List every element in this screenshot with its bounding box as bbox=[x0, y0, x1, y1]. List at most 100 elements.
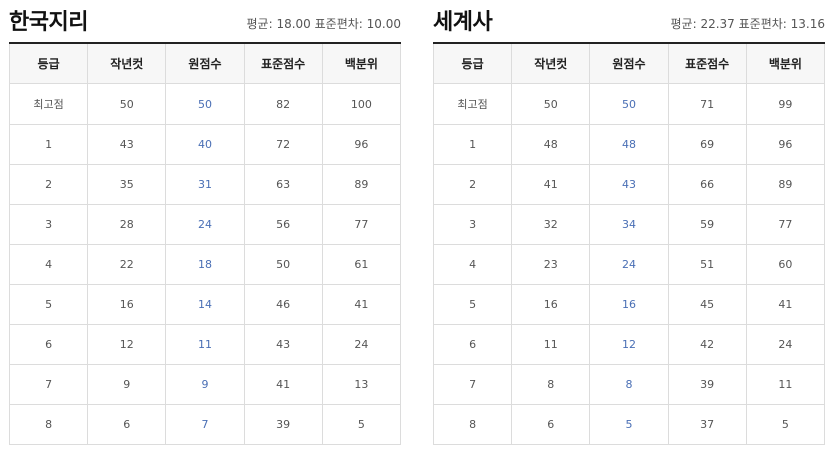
raw-score-cell: 7 bbox=[165, 404, 245, 445]
raw-score-cell: 24 bbox=[165, 204, 245, 245]
percentile-cell: 5 bbox=[745, 404, 826, 445]
grade-cell: 6 bbox=[8, 324, 89, 365]
percentile-cell: 41 bbox=[321, 284, 402, 325]
last-year-cut-cell: 32 bbox=[511, 204, 591, 245]
raw-score-cell: 50 bbox=[589, 83, 669, 125]
table-row: 5 16 16 45 41 bbox=[432, 284, 826, 325]
subject-stats: 평균: 22.37 표준편차: 13.16 bbox=[670, 17, 825, 31]
last-year-cut-cell: 23 bbox=[511, 244, 591, 285]
col-header-grade: 등급 bbox=[8, 44, 89, 84]
standard-score-cell: 45 bbox=[667, 284, 747, 325]
raw-score-cell: 50 bbox=[165, 83, 245, 125]
grade-cell: 5 bbox=[432, 284, 513, 325]
raw-score-cell: 48 bbox=[589, 124, 669, 165]
grade-cell: 5 bbox=[8, 284, 89, 325]
col-header-grade: 등급 bbox=[432, 44, 513, 84]
subject-stats: 평균: 18.00 표준편차: 10.00 bbox=[246, 17, 401, 31]
percentile-cell: 61 bbox=[321, 244, 402, 285]
grade-cell: 6 bbox=[432, 324, 513, 365]
standard-score-cell: 46 bbox=[243, 284, 323, 325]
standard-score-cell: 50 bbox=[243, 244, 323, 285]
last-year-cut-cell: 35 bbox=[87, 164, 167, 205]
grade-cell: 3 bbox=[432, 204, 513, 245]
last-year-cut-cell: 9 bbox=[87, 364, 167, 405]
grade-cell: 4 bbox=[432, 244, 513, 285]
percentile-cell: 41 bbox=[745, 284, 826, 325]
percentile-cell: 96 bbox=[745, 124, 826, 165]
last-year-cut-cell: 8 bbox=[511, 364, 591, 405]
percentile-cell: 100 bbox=[321, 83, 402, 125]
last-year-cut-cell: 41 bbox=[511, 164, 591, 205]
raw-score-cell: 34 bbox=[589, 204, 669, 245]
last-year-cut-cell: 12 bbox=[87, 324, 167, 365]
raw-score-cell: 14 bbox=[165, 284, 245, 325]
raw-score-cell: 16 bbox=[589, 284, 669, 325]
grade-cut-table: 등급 작년컷 원점수 표준점수 백분위 최고점 50 50 82 100 1 43 40 72 9… bbox=[8, 44, 402, 445]
raw-score-cell: 43 bbox=[589, 164, 669, 205]
col-header-last-year-cut: 작년컷 bbox=[511, 44, 591, 84]
table-row: 4 23 24 51 60 bbox=[432, 244, 826, 285]
table-row: 7 8 8 39 11 bbox=[432, 364, 826, 405]
grade-cell: 7 bbox=[8, 364, 89, 405]
table-body: 최고점 50 50 71 99 1 48 48 69 96 2 41 43 66 89 3 32 34 59 77 4 2… bbox=[432, 83, 826, 445]
table-row: 8 6 5 37 5 bbox=[432, 404, 826, 445]
grade-cell: 8 bbox=[432, 404, 513, 445]
standard-score-cell: 51 bbox=[667, 244, 747, 285]
table-row: 1 43 40 72 96 bbox=[8, 124, 402, 165]
standard-score-cell: 37 bbox=[667, 404, 747, 445]
table-row: 6 11 12 42 24 bbox=[432, 324, 826, 365]
raw-score-cell: 40 bbox=[165, 124, 245, 165]
percentile-cell: 24 bbox=[745, 324, 826, 365]
standard-score-cell: 69 bbox=[667, 124, 747, 165]
last-year-cut-cell: 6 bbox=[87, 404, 167, 445]
table-header-row: 등급 작년컷 원점수 표준점수 백분위 bbox=[8, 44, 402, 84]
last-year-cut-cell: 50 bbox=[511, 83, 591, 125]
grade-cut-table: 등급 작년컷 원점수 표준점수 백분위 최고점 50 50 71 99 1 48 48 69 96… bbox=[432, 44, 826, 445]
subject-title: 한국지리 bbox=[9, 10, 88, 35]
raw-score-cell: 12 bbox=[589, 324, 669, 365]
col-header-standard-score: 표준점수 bbox=[667, 44, 747, 84]
last-year-cut-cell: 50 bbox=[87, 83, 167, 125]
raw-score-cell: 8 bbox=[589, 364, 669, 405]
percentile-cell: 60 bbox=[745, 244, 826, 285]
standard-score-cell: 63 bbox=[243, 164, 323, 205]
last-year-cut-cell: 6 bbox=[511, 404, 591, 445]
raw-score-cell: 18 bbox=[165, 244, 245, 285]
table-row: 2 35 31 63 89 bbox=[8, 164, 402, 205]
standard-score-cell: 41 bbox=[243, 364, 323, 405]
table-row: 1 48 48 69 96 bbox=[432, 124, 826, 165]
last-year-cut-cell: 28 bbox=[87, 204, 167, 245]
percentile-cell: 89 bbox=[321, 164, 402, 205]
percentile-cell: 77 bbox=[321, 204, 402, 245]
last-year-cut-cell: 43 bbox=[87, 124, 167, 165]
table-body: 최고점 50 50 82 100 1 43 40 72 96 2 35 31 63 89 3 28 24 56 77 4… bbox=[8, 83, 402, 445]
standard-score-cell: 66 bbox=[667, 164, 747, 205]
percentile-cell: 89 bbox=[745, 164, 826, 205]
grade-cell: 8 bbox=[8, 404, 89, 445]
last-year-cut-cell: 16 bbox=[511, 284, 591, 325]
col-header-standard-score: 표준점수 bbox=[243, 44, 323, 84]
percentile-cell: 77 bbox=[745, 204, 826, 245]
standard-score-cell: 82 bbox=[243, 83, 323, 125]
grade-cell: 4 bbox=[8, 244, 89, 285]
table-row: 최고점 50 50 82 100 bbox=[8, 83, 402, 125]
table-row: 3 32 34 59 77 bbox=[432, 204, 826, 245]
table-row: 최고점 50 50 71 99 bbox=[432, 83, 826, 125]
grade-cell: 2 bbox=[8, 164, 89, 205]
standard-score-cell: 39 bbox=[667, 364, 747, 405]
standard-score-cell: 59 bbox=[667, 204, 747, 245]
table-row: 6 12 11 43 24 bbox=[8, 324, 402, 365]
col-header-percentile: 백분위 bbox=[745, 44, 826, 84]
standard-score-cell: 56 bbox=[243, 204, 323, 245]
grade-cell: 최고점 bbox=[432, 83, 513, 125]
standard-score-cell: 71 bbox=[667, 83, 747, 125]
table-row: 8 6 7 39 5 bbox=[8, 404, 402, 445]
raw-score-cell: 9 bbox=[165, 364, 245, 405]
col-header-last-year-cut: 작년컷 bbox=[87, 44, 167, 84]
col-header-percentile: 백분위 bbox=[321, 44, 402, 84]
last-year-cut-cell: 11 bbox=[511, 324, 591, 365]
col-header-raw-score: 원점수 bbox=[589, 44, 669, 84]
raw-score-cell: 31 bbox=[165, 164, 245, 205]
raw-score-cell: 11 bbox=[165, 324, 245, 365]
percentile-cell: 24 bbox=[321, 324, 402, 365]
